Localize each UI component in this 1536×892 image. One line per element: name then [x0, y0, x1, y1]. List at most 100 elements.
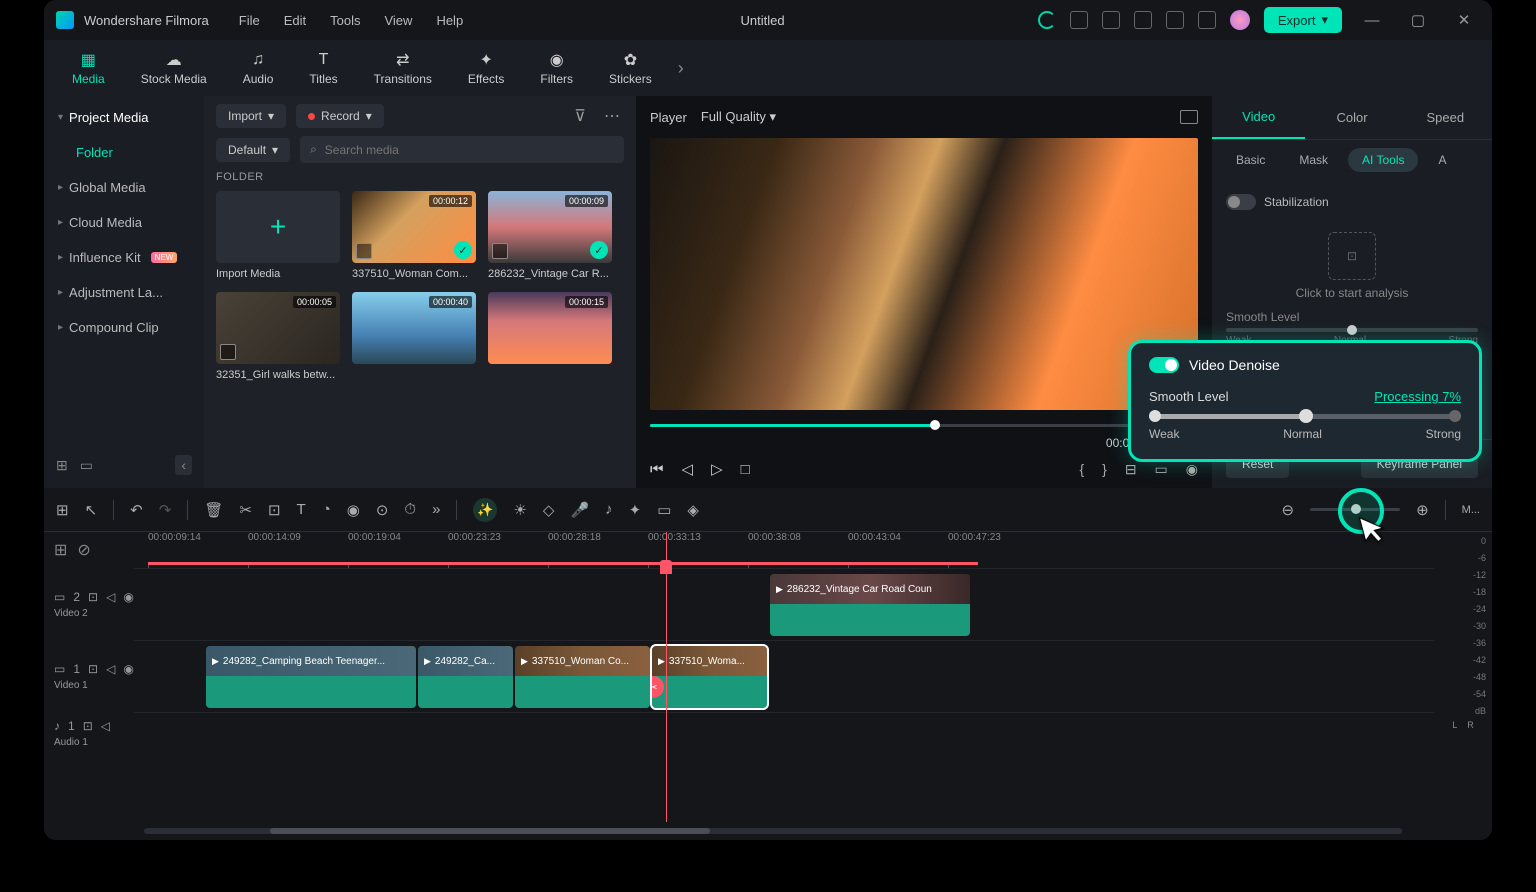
text-icon[interactable]: T [297, 501, 306, 518]
menu-help[interactable]: Help [436, 13, 463, 28]
denoise-toggle[interactable] [1149, 357, 1179, 373]
delete-icon[interactable]: 🗑 [204, 501, 223, 519]
compare-icon[interactable]: ⊟ [1125, 461, 1137, 478]
subtab-basic[interactable]: Basic [1222, 148, 1279, 172]
timer-icon[interactable]: ⏱ [404, 501, 416, 518]
preview-video[interactable] [650, 138, 1198, 410]
sidebar-cloud-media[interactable]: ▸Cloud Media [44, 205, 204, 240]
camera-icon[interactable]: ◉ [1186, 461, 1198, 478]
sidebar-folder[interactable]: Folder [44, 135, 204, 170]
tab-audio[interactable]: ♫Audio [225, 51, 292, 86]
speed-icon[interactable]: ◔ [322, 501, 331, 518]
props-tab-speed[interactable]: Speed [1399, 96, 1492, 139]
track-head-video2[interactable]: ▭2⊡◁◉ Video 2 [44, 568, 134, 640]
clip[interactable]: ▶249282_Ca... [418, 646, 513, 708]
clip[interactable]: ▶286232_Vintage Car Road Coun [770, 574, 970, 636]
lock-icon[interactable]: ⊡ [83, 719, 93, 733]
tabs-more-icon[interactable]: › [678, 58, 684, 79]
sort-dropdown[interactable]: Default▾ [216, 138, 290, 162]
smooth-slider[interactable] [1226, 328, 1478, 332]
track-options-icon[interactable]: ⊞ [54, 540, 67, 560]
subtab-more[interactable]: A [1424, 148, 1460, 172]
ai-tool-icon[interactable]: ✨ [473, 498, 497, 522]
folder-icon[interactable]: ▭ [80, 457, 93, 474]
quality-dropdown[interactable]: Full Quality ▾ [701, 109, 776, 125]
preview-progress[interactable] [650, 420, 1198, 430]
menu-tools[interactable]: Tools [330, 13, 360, 28]
import-media-card[interactable]: + Import Media [216, 191, 340, 280]
timeline-ruler[interactable]: 00:00:09:14 00:00:14:09 00:00:19:04 00:0… [134, 532, 1434, 568]
subtab-mask[interactable]: Mask [1285, 148, 1342, 172]
color-icon[interactable]: ◉ [347, 501, 360, 519]
avatar[interactable] [1230, 10, 1250, 30]
bracket-open-icon[interactable]: { [1079, 461, 1084, 477]
track-audio1[interactable] [134, 712, 1434, 754]
tab-stock-media[interactable]: ☁Stock Media [123, 51, 225, 86]
sidebar-adjustment-layers[interactable]: ▸Adjustment La... [44, 275, 204, 310]
record-icon[interactable]: ⊙ [376, 501, 389, 519]
sidebar-global-media[interactable]: ▸Global Media [44, 170, 204, 205]
more-tools-icon[interactable]: » [432, 501, 440, 518]
screen-icon[interactable]: ▭ [657, 501, 671, 519]
cut-icon[interactable]: ✂ [239, 501, 252, 519]
timeline-scrollbar[interactable] [144, 828, 1402, 834]
analyze-button[interactable]: ⊡ [1328, 232, 1376, 280]
zoom-out-icon[interactable]: ⊖ [1282, 501, 1295, 519]
playhead[interactable] [666, 532, 667, 822]
subtab-ai-tools[interactable]: AI Tools [1348, 148, 1418, 172]
media-item[interactable]: 00:00:12✓ 337510_Woman Com... [352, 191, 476, 280]
cloud-icon[interactable] [1134, 11, 1152, 29]
mute-icon[interactable]: ◁ [106, 590, 115, 604]
lock-icon[interactable]: ⊡ [88, 590, 98, 604]
tab-filters[interactable]: ◉Filters [522, 51, 591, 86]
display-icon[interactable]: ▭ [1155, 461, 1168, 478]
export-button[interactable]: Export▾ [1264, 7, 1342, 33]
tab-transitions[interactable]: ⇄Transitions [356, 51, 450, 86]
import-button[interactable]: Import▾ [216, 104, 286, 128]
filter-icon[interactable]: ⊽ [570, 106, 590, 126]
music-icon[interactable]: ♪ [605, 501, 613, 518]
media-item[interactable]: 00:00:09✓ 286232_Vintage Car R... [488, 191, 612, 280]
light-icon[interactable]: ✦ [629, 501, 642, 519]
mute-icon[interactable]: ◁ [101, 719, 110, 733]
record-button[interactable]: Record▾ [296, 104, 384, 128]
menu-file[interactable]: File [239, 13, 260, 28]
more-icon[interactable]: ⋯ [600, 106, 624, 126]
layout-icon[interactable] [1070, 11, 1088, 29]
save-icon[interactable] [1102, 11, 1120, 29]
sidebar-influence-kit[interactable]: ▸Influence KitNEW [44, 240, 204, 275]
props-tab-color[interactable]: Color [1305, 96, 1398, 139]
denoise-slider[interactable] [1149, 414, 1461, 419]
marker-icon[interactable]: ◇ [543, 501, 555, 519]
collapse-sidebar-icon[interactable]: ‹ [175, 455, 192, 475]
minimize-button[interactable]: — [1356, 12, 1388, 29]
tab-stickers[interactable]: ✿Stickers [591, 51, 670, 86]
pointer-tool-icon[interactable]: ⊞ [56, 501, 69, 519]
clip[interactable]: ▶337510_Woman Co... [515, 646, 650, 708]
grid-icon[interactable] [1198, 11, 1216, 29]
crop-icon[interactable]: ⊡ [268, 501, 281, 519]
bracket-close-icon[interactable]: } [1102, 461, 1107, 477]
undo-icon[interactable]: ↶ [130, 501, 143, 519]
tab-effects[interactable]: ✦Effects [450, 51, 522, 86]
menu-view[interactable]: View [384, 13, 412, 28]
eye-icon[interactable]: ◉ [123, 662, 133, 676]
prev-frame-icon[interactable]: ⏮ [650, 461, 664, 478]
stabilization-toggle[interactable] [1226, 194, 1256, 210]
media-item[interactable]: 00:00:15 [488, 292, 612, 381]
media-item[interactable]: 00:00:05 32351_Girl walks betw... [216, 292, 340, 381]
mute-icon[interactable]: ◁ [106, 662, 115, 676]
tab-media[interactable]: ▦Media [54, 51, 123, 86]
sidebar-project-media[interactable]: ▾Project Media [44, 100, 204, 135]
track-head-audio1[interactable]: ♪1⊡◁ Audio 1 [44, 712, 134, 754]
track-video1[interactable]: ▶249282_Camping Beach Teenager... ▶24928… [134, 640, 1434, 712]
headphones-icon[interactable] [1166, 11, 1184, 29]
tab-titles[interactable]: TTitles [291, 51, 355, 86]
mic-icon[interactable]: 🎤 [570, 501, 589, 519]
close-button[interactable]: ✕ [1448, 11, 1480, 29]
redo-icon[interactable]: ↷ [159, 501, 172, 519]
sidebar-compound-clip[interactable]: ▸Compound Clip [44, 310, 204, 345]
snapshot-icon[interactable] [1180, 110, 1198, 124]
zoom-in-icon[interactable]: ⊕ [1416, 501, 1429, 519]
progress-icon[interactable] [1038, 11, 1056, 29]
